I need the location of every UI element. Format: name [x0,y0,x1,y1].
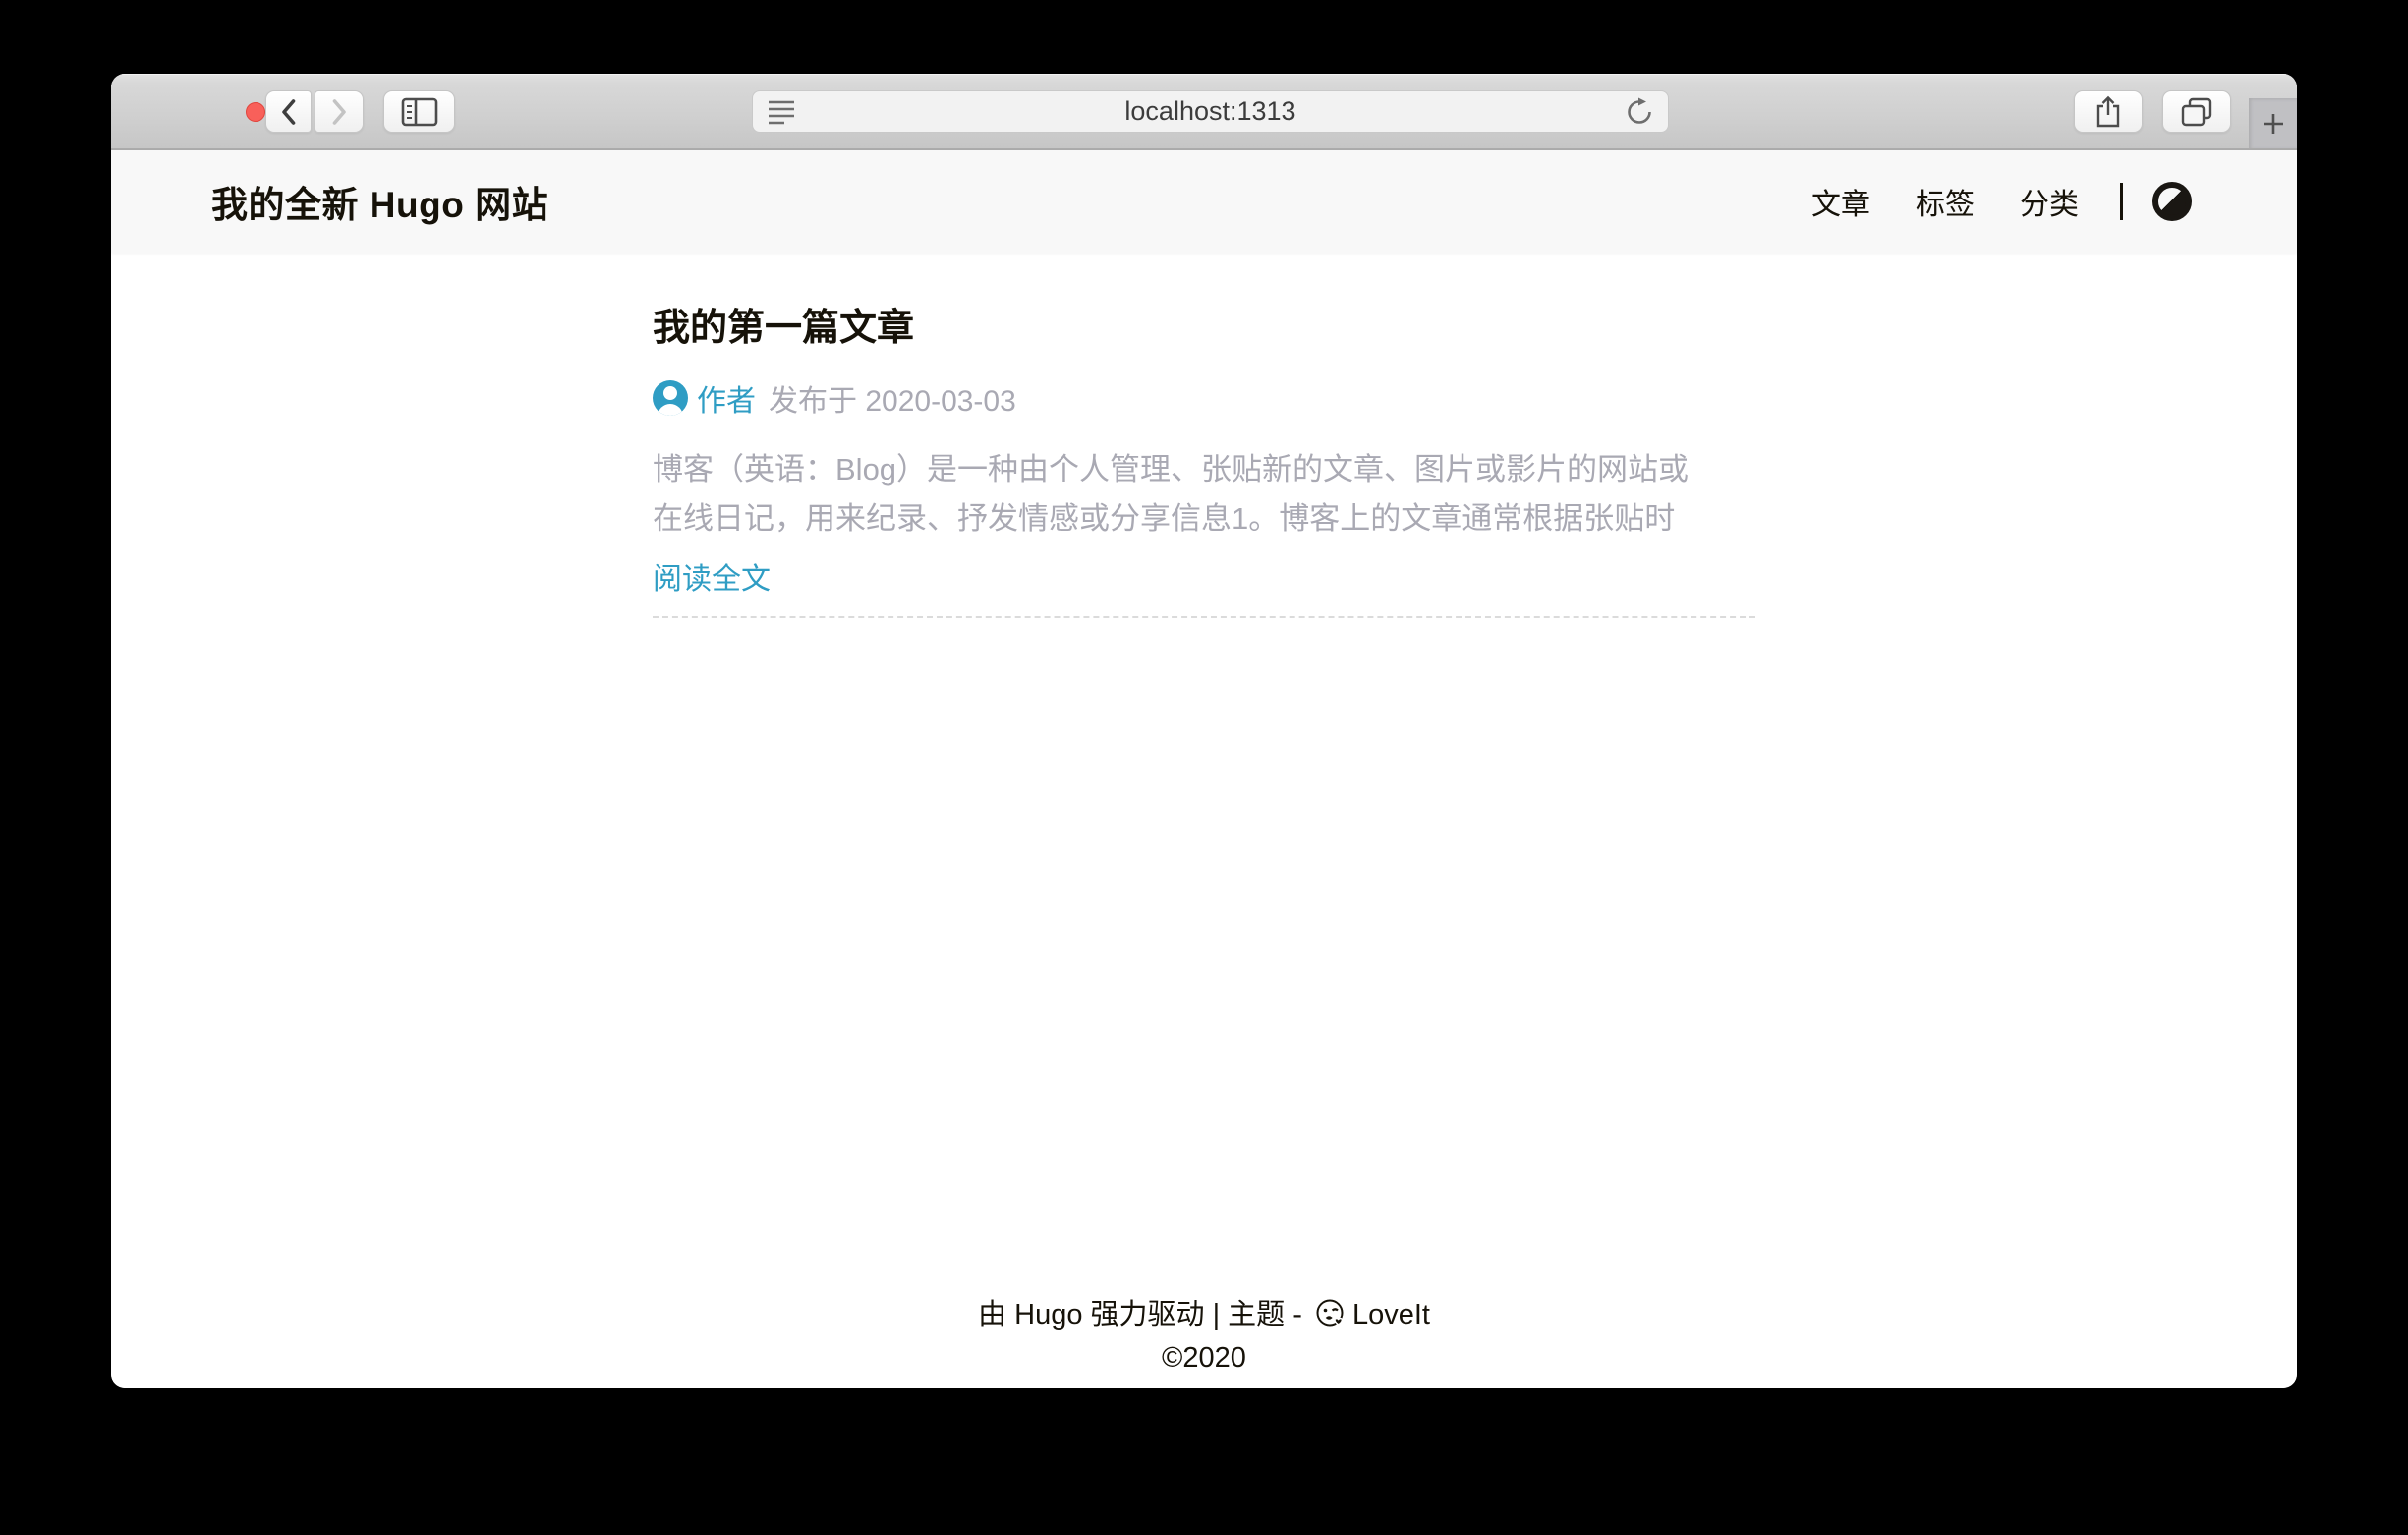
traffic-light-close[interactable] [246,102,265,122]
nav-item-categories[interactable]: 分类 [2020,180,2079,223]
nav-item-tags[interactable]: 标签 [1916,180,1975,223]
chevron-left-icon [278,96,300,128]
footer-powered-prefix: 由 [978,1299,1014,1331]
site-title[interactable]: 我的全新 Hugo 网站 [211,175,548,228]
forward-button[interactable] [315,90,364,133]
footer-powered-line: 由 Hugo 强力驱动 | 主题 - LoveIt [111,1293,2297,1336]
post-meta: 作者 发布于 2020-03-03 [653,376,1755,420]
main-nav: 文章 标签 分类 [1766,180,2192,223]
author-avatar-icon[interactable] [653,380,688,416]
hugo-link[interactable]: Hugo [1014,1299,1082,1331]
footer-powered-middle: 强力驱动 | 主题 - [1082,1299,1309,1331]
sidebar-toggle-button[interactable] [383,90,455,133]
nav-item-posts[interactable]: 文章 [1811,180,1870,223]
nav-divider [2120,183,2123,220]
author-link[interactable]: 作者 [697,376,756,420]
post-card: 我的第一篇文章 作者 发布于 2020-03-03 博客（英语：Blog）是一种… [653,307,1755,618]
tab-overview-button[interactable] [2162,90,2231,133]
summary-line-2: 在线日记，用来纪录、抒发情感或分享信息1。博客上的文章通常根据张贴时 [653,494,1755,543]
browser-window: localhost:1313 [111,74,2297,1388]
browser-toolbar: localhost:1313 [111,74,2297,150]
site-header: 我的全新 Hugo 网站 文章 标签 分类 [111,150,2297,253]
theme-link[interactable]: LoveIt [1352,1299,1430,1331]
chevron-right-icon [328,96,350,128]
page-content: 我的第一篇文章 作者 发布于 2020-03-03 博客（英语：Blog）是一种… [111,253,2297,1388]
theme-toggle-icon[interactable] [2152,182,2192,221]
back-button[interactable] [265,90,312,133]
kiss-wink-heart-icon [1315,1298,1347,1330]
reload-icon[interactable] [1625,97,1654,127]
summary-line-1: 博客（英语：Blog）是一种由个人管理、张贴新的文章、图片或影片的网站或 [653,445,1755,494]
plus-icon [2261,111,2286,137]
summary-divider [653,616,1755,618]
share-button[interactable] [2074,90,2143,133]
share-icon [2094,95,2122,129]
publish-date: 发布于 2020-03-03 [769,376,1016,420]
copyright: ©2020 [111,1336,2297,1380]
tabs-icon [2181,97,2212,127]
post-title[interactable]: 我的第一篇文章 [653,307,1755,350]
reader-mode-icon[interactable] [767,99,796,125]
sidebar-icon [401,97,438,127]
post-summary: 博客（英语：Blog）是一种由个人管理、张贴新的文章、图片或影片的网站或 在线日… [653,445,1755,543]
read-more-link[interactable]: 阅读全文 [653,554,771,597]
site-footer: 由 Hugo 强力驱动 | 主题 - LoveIt ©2020 [111,1293,2297,1388]
url-text: localhost:1313 [796,96,1625,127]
url-field[interactable]: localhost:1313 [752,90,1669,133]
new-tab-button[interactable] [2249,98,2297,148]
